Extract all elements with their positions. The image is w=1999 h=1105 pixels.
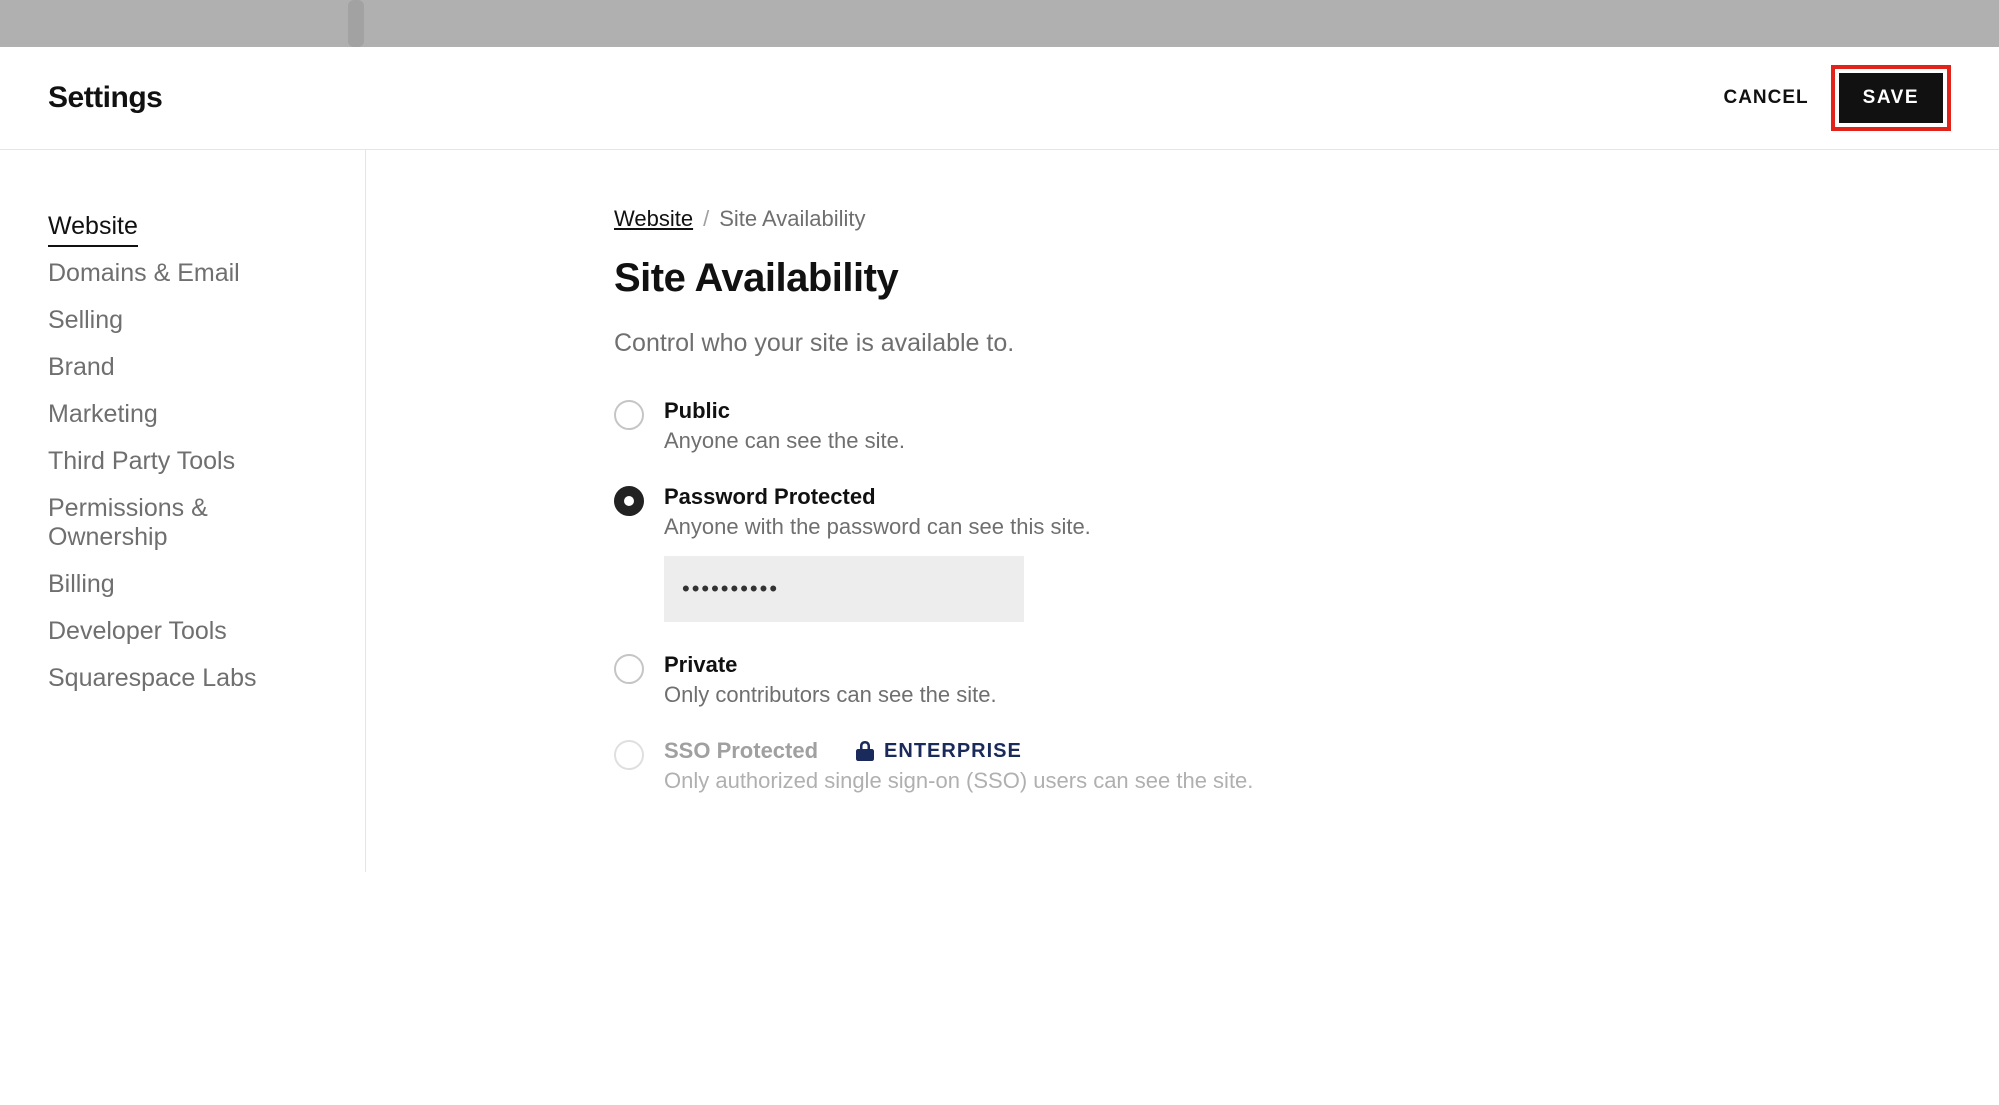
save-button[interactable]: SAVE [1839,73,1943,123]
page-title: Site Availability [614,256,1406,301]
option-public-desc: Anyone can see the site. [664,428,1406,454]
option-sso-title: SSO Protected ENTERPRISE [664,738,1406,764]
option-sso-protected: SSO Protected ENTERPRISE Only authorized… [614,738,1406,794]
option-sso-body: SSO Protected ENTERPRISE Only authorized… [664,738,1406,794]
sidebar-item-website[interactable]: Website [48,206,138,247]
breadcrumb-root-link[interactable]: Website [614,206,693,232]
settings-sidebar: Website Domains & Email Selling Brand Ma… [0,150,366,872]
option-sso-desc: Only authorized single sign-on (SSO) use… [664,768,1406,794]
sidebar-nav-list: Website Domains & Email Selling Brand Ma… [48,206,317,705]
option-private-title-text: Private [664,652,737,678]
sidebar-item-billing[interactable]: Billing [48,564,115,605]
option-public-title: Public [664,398,1406,424]
modal-title: Settings [48,81,162,115]
radio-password-protected[interactable] [614,486,644,516]
sidebar-item-selling[interactable]: Selling [48,300,123,341]
header-actions: CANCEL SAVE [1713,65,1951,131]
modal-body: Website Domains & Email Selling Brand Ma… [0,150,1999,872]
option-password-protected: Password Protected Anyone with the passw… [614,484,1406,622]
page-description: Control who your site is available to. [614,329,1406,358]
cancel-button[interactable]: CANCEL [1713,73,1818,123]
option-private-body: Private Only contributors can see the si… [664,652,1406,708]
sidebar-item-marketing[interactable]: Marketing [48,394,158,435]
save-highlight-box: SAVE [1831,65,1951,131]
settings-modal: Settings CANCEL SAVE Website Domains & E… [0,47,1999,872]
enterprise-badge-label: ENTERPRISE [884,740,1022,763]
site-password-input[interactable] [664,556,1024,622]
option-password-desc: Anyone with the password can see this si… [664,514,1406,540]
enterprise-badge[interactable]: ENTERPRISE [856,740,1022,763]
lock-icon [856,741,874,761]
breadcrumb-current: Site Availability [719,206,865,232]
option-password-title: Password Protected [664,484,1406,510]
option-private-title: Private [664,652,1406,678]
sidebar-item-developer-tools[interactable]: Developer Tools [48,611,227,652]
breadcrumb: Website / Site Availability [614,206,1406,232]
option-public: Public Anyone can see the site. [614,398,1406,454]
breadcrumb-separator: / [703,206,709,232]
radio-private[interactable] [614,654,644,684]
option-password-body: Password Protected Anyone with the passw… [664,484,1406,622]
content-pane: Website / Site Availability Site Availab… [366,150,1466,872]
option-sso-title-text: SSO Protected [664,738,818,764]
radio-public[interactable] [614,400,644,430]
option-password-title-text: Password Protected [664,484,876,510]
option-public-body: Public Anyone can see the site. [664,398,1406,454]
sidebar-item-domains-email[interactable]: Domains & Email [48,253,240,294]
sidebar-item-third-party-tools[interactable]: Third Party Tools [48,441,235,482]
modal-backdrop [0,0,1999,47]
option-private-desc: Only contributors can see the site. [664,682,1406,708]
sidebar-item-permissions-ownership[interactable]: Permissions & Ownership [48,488,317,558]
sidebar-item-squarespace-labs[interactable]: Squarespace Labs [48,658,256,699]
option-public-title-text: Public [664,398,730,424]
modal-header: Settings CANCEL SAVE [0,47,1999,150]
backdrop-scrollbar [348,0,364,47]
option-private: Private Only contributors can see the si… [614,652,1406,708]
radio-sso-protected [614,740,644,770]
sidebar-item-brand[interactable]: Brand [48,347,115,388]
